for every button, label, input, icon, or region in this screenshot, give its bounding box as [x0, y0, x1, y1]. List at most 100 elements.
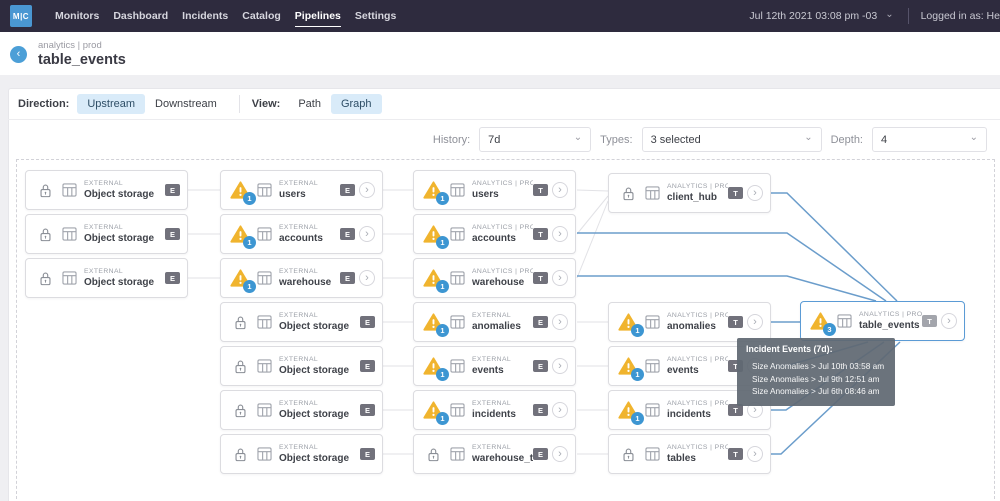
lineage-node-ext-accounts[interactable]: 1EXTERNALaccountsE› [220, 214, 383, 254]
table-icon [645, 315, 660, 329]
lock-icon [234, 315, 247, 330]
node-catalog-label: EXTERNAL [84, 224, 154, 231]
lineage-node-ext-obj-1[interactable]: EXTERNALObject storageE [25, 170, 188, 210]
node-catalog-label: ANALYTICS | PROD_... [667, 356, 728, 363]
lineage-node-ext-warehouse-tables[interactable]: EXTERNALwarehouse_tablesE› [413, 434, 576, 474]
types-select[interactable]: 3 selected ⌄ [642, 127, 822, 152]
nav-item-pipelines[interactable]: Pipelines [288, 0, 348, 32]
expand-chevron-icon[interactable]: › [747, 185, 763, 201]
node-right: E [165, 272, 180, 284]
expand-chevron-icon[interactable]: › [747, 446, 763, 462]
logged-in-user[interactable]: Logged in as: He [921, 10, 1000, 22]
tooltip-title: Incident Events (7d): [746, 344, 886, 354]
node-right: T› [728, 446, 763, 462]
history-select[interactable]: 7d ⌄ [479, 127, 591, 152]
expand-chevron-icon[interactable]: › [941, 313, 957, 329]
lock-icon [622, 447, 635, 462]
lineage-node-ext-obj-2[interactable]: EXTERNALObject storageE [25, 214, 188, 254]
lineage-node-ext-obj-5[interactable]: EXTERNALObject storageE [220, 346, 383, 386]
lineage-node-ext-obj-6[interactable]: EXTERNALObject storageE [220, 390, 383, 430]
node-text: EXTERNALanomalies [472, 312, 521, 332]
expand-chevron-icon[interactable]: › [552, 226, 568, 242]
expand-chevron-icon[interactable]: › [552, 402, 568, 418]
lineage-node-ext-obj-3[interactable]: EXTERNALObject storageE [25, 258, 188, 298]
lineage-node-ext-warehouse[interactable]: 1EXTERNALwarehouseE› [220, 258, 383, 298]
table-icon-wrap [257, 403, 272, 417]
table-icon [257, 271, 272, 285]
expand-chevron-icon[interactable]: › [552, 446, 568, 462]
app-logo[interactable]: M|C [10, 5, 32, 27]
node-catalog-label: EXTERNAL [279, 268, 331, 275]
nav-item-settings[interactable]: Settings [348, 0, 403, 32]
node-status-locked [34, 267, 56, 289]
node-status-locked [617, 443, 639, 465]
expand-chevron-icon[interactable]: › [359, 182, 375, 198]
node-right: E› [533, 402, 568, 418]
table-icon-wrap [450, 359, 465, 373]
lock-icon [427, 447, 440, 462]
lock-icon [39, 227, 52, 242]
node-name: client_hub [667, 192, 728, 203]
direction-downstream-button[interactable]: Downstream [145, 94, 227, 114]
direction-upstream-button[interactable]: Upstream [77, 94, 145, 114]
node-name: Object storage [279, 453, 349, 464]
expand-chevron-icon[interactable]: › [359, 226, 375, 242]
table-icon-wrap [62, 271, 77, 285]
lineage-node-prod-warehouse[interactable]: 1ANALYTICS | PROD_...warehouseT› [413, 258, 576, 298]
filter-row: History: 7d ⌄ Types: 3 selected ⌄ Depth:… [8, 120, 1000, 159]
node-catalog-label: ANALYTICS | PROD_... [472, 224, 533, 231]
table-icon [62, 271, 77, 285]
node-type-badge: T [728, 448, 743, 460]
lineage-node-ext-obj-7[interactable]: EXTERNALObject storageE [220, 434, 383, 474]
lineage-node-prod-table-events[interactable]: 3ANALYTICS | PRODtable_eventsT› [800, 301, 965, 341]
node-type-badge: E [360, 316, 375, 328]
node-status-locked [229, 311, 251, 333]
table-icon-wrap [645, 447, 660, 461]
nav-item-catalog[interactable]: Catalog [235, 0, 288, 32]
node-text: EXTERNAL Object storage [84, 180, 154, 200]
lineage-edge [577, 201, 608, 278]
view-graph-button[interactable]: Graph [331, 94, 382, 114]
node-right: E› [340, 182, 375, 198]
lineage-node-ext-incidents[interactable]: 1EXTERNALincidentsE› [413, 390, 576, 430]
incident-events-tooltip: Incident Events (7d): Size Anomalies > J… [737, 338, 895, 406]
node-name: Object storage [84, 189, 154, 200]
expand-chevron-icon[interactable]: › [359, 270, 375, 286]
node-status-warning: 1 [229, 179, 251, 201]
toolbar-divider [239, 95, 240, 113]
node-catalog-label: EXTERNAL [84, 180, 154, 187]
lineage-node-ext-anomalies[interactable]: 1EXTERNALanomaliesE› [413, 302, 576, 342]
expand-chevron-icon[interactable]: › [747, 314, 763, 330]
lineage-node-prod-client-hub[interactable]: ANALYTICS | PRODclient_hubT› [608, 173, 771, 213]
lineage-node-prod-users[interactable]: 1ANALYTICS | PROD_...usersT› [413, 170, 576, 210]
depth-value: 4 [881, 134, 970, 146]
lineage-node-ext-obj-4[interactable]: EXTERNALObject storageE [220, 302, 383, 342]
nav-item-monitors[interactable]: Monitors [48, 0, 106, 32]
table-icon [837, 314, 852, 328]
date-range-picker[interactable]: Jul 12th 2021 03:08 pm -03 ⌄ [749, 10, 893, 22]
expand-chevron-icon[interactable]: › [552, 182, 568, 198]
node-type-badge: E [533, 448, 548, 460]
depth-select[interactable]: 4 ⌄ [872, 127, 987, 152]
node-status-warning: 1 [422, 311, 444, 333]
back-button[interactable]: ‹ [10, 46, 27, 63]
node-type-badge: T [922, 315, 937, 327]
expand-chevron-icon[interactable]: › [552, 314, 568, 330]
table-icon-wrap [645, 186, 660, 200]
lineage-node-ext-users[interactable]: 1 EXTERNAL users E› [220, 170, 383, 210]
node-name: users [279, 189, 318, 200]
nav-divider [908, 8, 909, 24]
nav-item-incidents[interactable]: Incidents [175, 0, 235, 32]
lineage-node-prod-accounts[interactable]: 1ANALYTICS | PROD_...accountsT› [413, 214, 576, 254]
chevron-down-icon: ⌄ [885, 9, 893, 20]
lineage-node-ext-events[interactable]: 1EXTERNALeventsE› [413, 346, 576, 386]
table-icon-wrap [450, 403, 465, 417]
node-text: ANALYTICS | PROD_...users [472, 180, 533, 200]
lineage-node-prod-tables[interactable]: ANALYTICS | PROD_...tablesT› [608, 434, 771, 474]
lineage-node-prod-anomalies[interactable]: 1ANALYTICS | PROD_...anomaliesT› [608, 302, 771, 342]
expand-chevron-icon[interactable]: › [552, 270, 568, 286]
node-catalog-label: EXTERNAL [279, 180, 318, 187]
expand-chevron-icon[interactable]: › [552, 358, 568, 374]
nav-item-dashboard[interactable]: Dashboard [106, 0, 175, 32]
view-path-button[interactable]: Path [288, 94, 331, 114]
